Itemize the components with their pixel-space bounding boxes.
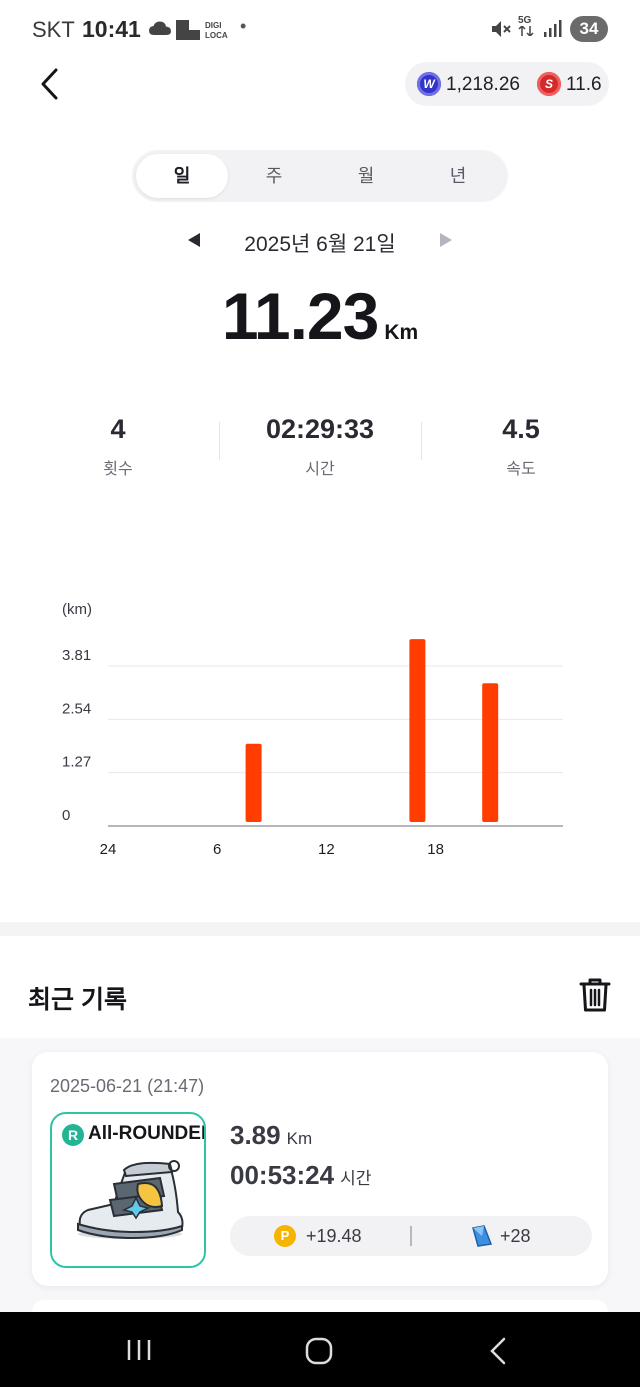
- notification-dot: •: [240, 16, 247, 36]
- record-card[interactable]: 2025-06-21 (21:47) R All-ROUNDER 3.89 Km …: [32, 1052, 608, 1286]
- carrier-label: SKT: [32, 17, 75, 42]
- record-date: 2025-06-21 (21:47): [50, 1076, 205, 1096]
- distance-bar-chart: (km) 0 1.27 2.54 3.81 24 6 12 18: [62, 601, 563, 858]
- mute-icon: [490, 18, 512, 45]
- shoe-rarity-badge: R: [62, 1124, 84, 1146]
- stat-speed-label: 속도: [506, 461, 536, 478]
- points-summary[interactable]: W 1,218.26 S 11.6: [405, 62, 609, 106]
- home-button[interactable]: [304, 1336, 334, 1371]
- y-tick-label: 2.54: [62, 700, 91, 717]
- x-tick-label: 18: [427, 841, 444, 858]
- total-distance: 11.23 Km: [0, 278, 640, 354]
- chevron-left-icon: [41, 68, 58, 100]
- y-axis-unit-label: (km): [62, 601, 92, 618]
- clock: 10:41: [82, 16, 141, 42]
- reward-divider: [410, 1226, 412, 1246]
- y-tick-label: 0: [62, 807, 70, 824]
- sneaker-image: [77, 1160, 184, 1240]
- recent-records-title: 최근 기록: [28, 986, 127, 1014]
- s-coin-balance: 11.6: [566, 74, 602, 95]
- y-tick-label: 1.27: [62, 754, 91, 771]
- network-label: 5G: [518, 15, 532, 26]
- x-tick-label: 24: [100, 841, 117, 858]
- distance-value: 11.23: [221, 279, 380, 353]
- record-distance-value: 3.89: [230, 1120, 281, 1150]
- stat-count-value: 4: [110, 414, 126, 444]
- network-5g-label: 5G: [518, 16, 534, 39]
- triangle-right-icon: [440, 233, 452, 247]
- reward-summary: P +19.48 +28: [230, 1216, 592, 1256]
- stat-time: 02:29:33 시간: [220, 414, 420, 479]
- delete-records-button[interactable]: [578, 976, 612, 1014]
- reward-tiles: +28: [500, 1226, 531, 1246]
- back-arrow-icon: [490, 1337, 506, 1365]
- signal-icon: [542, 18, 562, 43]
- w-coin-balance: 1,218.26: [446, 74, 520, 95]
- stat-count: 4 횟수: [18, 414, 218, 479]
- system-back-button[interactable]: [486, 1336, 510, 1371]
- next-record-card[interactable]: [32, 1300, 608, 1312]
- record-duration: 00:53:24 시간: [230, 1160, 371, 1191]
- tab-month[interactable]: 월: [320, 154, 412, 198]
- recent-apps-button[interactable]: [126, 1338, 152, 1367]
- distance-unit: Km: [384, 321, 419, 344]
- stat-speed: 4.5 속도: [421, 414, 621, 479]
- record-distance: 3.89 Km: [230, 1120, 312, 1151]
- chart-bar: [409, 639, 426, 822]
- record-time-value: 00:53:24: [230, 1160, 335, 1190]
- stat-speed-value: 4.5: [502, 414, 540, 444]
- stat-time-value: 02:29:33: [265, 414, 375, 444]
- point-coin-icon: P: [274, 1225, 296, 1247]
- system-navigation-bar: [0, 1312, 640, 1387]
- next-date-button[interactable]: [438, 232, 454, 253]
- triangle-left-icon: [188, 233, 200, 247]
- s-coin-icon: S: [537, 72, 561, 96]
- recents-icon: [127, 1340, 151, 1360]
- status-bar: SKT 10:41 DIGI LOCA • 5G 34: [0, 0, 640, 58]
- cloud-icon: [148, 20, 172, 41]
- chart-bar: [245, 743, 262, 822]
- tab-year[interactable]: 년: [412, 154, 504, 198]
- current-date: 2025년 6월 21일: [244, 233, 396, 256]
- x-tick-label: 12: [318, 841, 335, 858]
- battery-indicator: 34: [570, 16, 608, 42]
- home-icon: [305, 1337, 333, 1365]
- stat-time-label: 시간: [305, 461, 335, 478]
- y-tick-label: 3.81: [62, 647, 91, 664]
- tab-day[interactable]: 일: [136, 154, 228, 198]
- trash-icon: [579, 978, 611, 1012]
- chart-bar: [482, 683, 499, 822]
- shoe-thumbnail: R All-ROUNDER: [50, 1112, 206, 1268]
- shoe-type-label: All-ROUNDER: [88, 1123, 206, 1144]
- previous-date-button[interactable]: [186, 232, 202, 253]
- record-distance-unit: Km: [286, 1129, 313, 1148]
- record-time-unit: 시간: [340, 1169, 372, 1188]
- back-button[interactable]: [34, 64, 68, 104]
- map-tile-icon: [470, 1224, 494, 1253]
- tab-week[interactable]: 주: [228, 154, 320, 198]
- app-label-top: DIGI: [205, 21, 221, 30]
- stat-count-label: 횟수: [103, 461, 133, 478]
- section-divider: [0, 922, 640, 936]
- reward-points: +19.48: [306, 1226, 362, 1246]
- period-tabs: 일 주 월 년: [132, 150, 508, 202]
- app-label-bottom: LOCA: [205, 31, 228, 40]
- x-tick-label: 6: [213, 841, 221, 858]
- w-coin-icon: W: [417, 72, 441, 96]
- digiloca-app-icon: DIGI LOCA: [176, 18, 228, 47]
